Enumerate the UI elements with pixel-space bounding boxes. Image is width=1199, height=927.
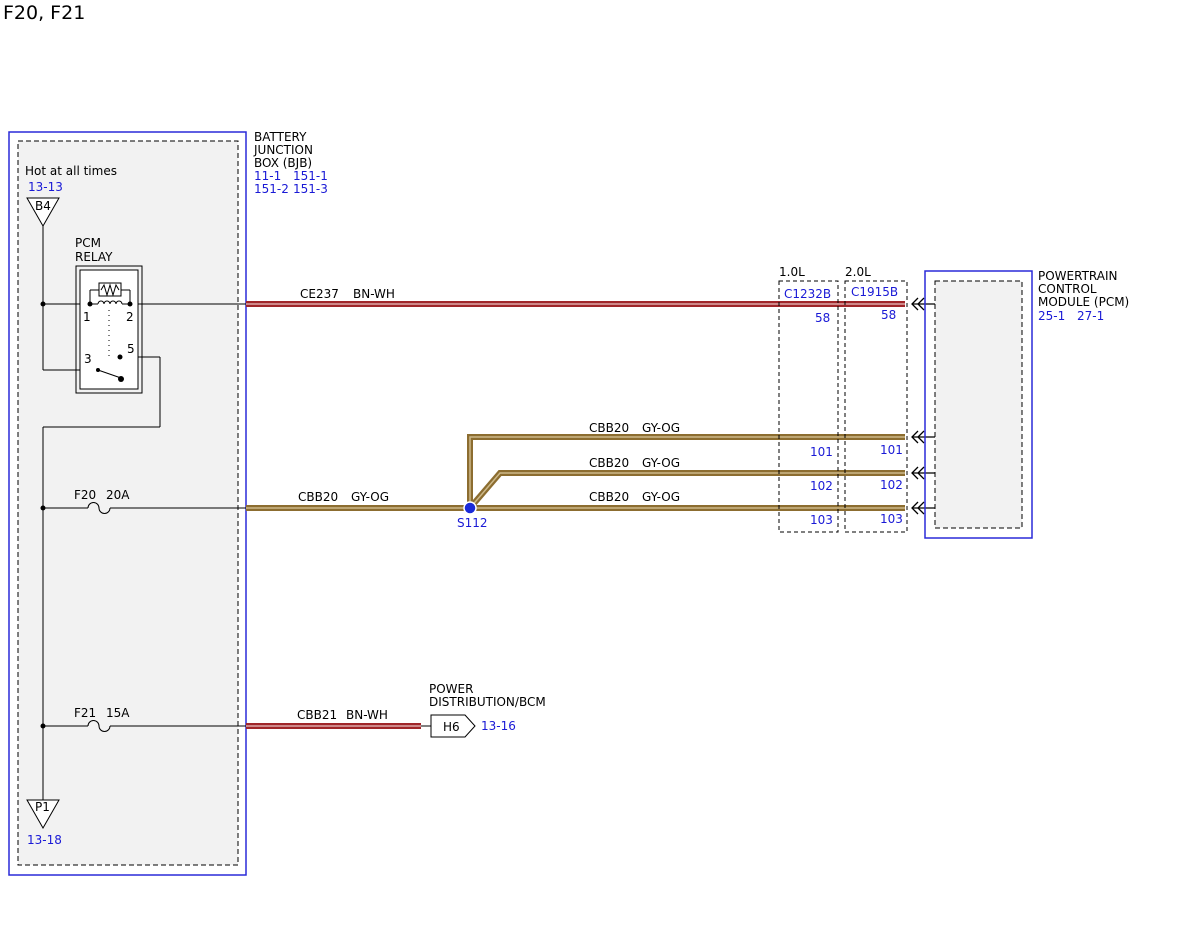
connector-1-pin: 102 <box>810 479 833 493</box>
pcm-label-line2: CONTROL <box>1038 282 1097 296</box>
connector-2-pin: 102 <box>880 478 903 492</box>
wire-cbb20-id: CBB20 <box>298 490 338 504</box>
relay-pin-5: 5 <box>127 342 135 356</box>
p1-label: P1 <box>35 800 50 814</box>
connector-c1232b-name[interactable]: C1232B <box>784 287 831 301</box>
bjb-label-line1: BATTERY <box>254 130 307 144</box>
power-dist-ref-link[interactable]: 13-16 <box>481 719 516 733</box>
bjb-ref[interactable]: 11-1 <box>254 169 281 183</box>
wire-cbb20-id: CBB20 <box>589 490 629 504</box>
bjb-ref[interactable]: 151-2 <box>254 182 289 196</box>
p1-ref-link[interactable]: 13-18 <box>27 833 62 847</box>
wire-cbb21-id: CBB21 <box>297 708 337 722</box>
relay-pin-1: 1 <box>83 310 91 324</box>
fuse-f21-name: F21 <box>74 706 96 720</box>
power-dist-label-line1: POWER <box>429 682 473 696</box>
bjb-label-line2: JUNCTION <box>253 143 313 157</box>
power-dist-label-line2: DISTRIBUTION/BCM <box>429 695 546 709</box>
wire-cbb20[interactable] <box>246 434 905 511</box>
relay-pin-3: 3 <box>84 352 92 366</box>
relay-label-line1: PCM <box>75 236 101 250</box>
pcm-label-line1: POWERTRAIN <box>1038 269 1118 283</box>
wire-cbb20-color: GY-OG <box>642 421 680 435</box>
wire-cbb20-id: CBB20 <box>589 456 629 470</box>
wire-ce237-color: BN-WH <box>353 287 395 301</box>
pcm-inner-box <box>934 280 1023 529</box>
relay-label-line2: RELAY <box>75 250 113 264</box>
fuse-f21-rating: 15A <box>106 706 130 720</box>
b4-label: B4 <box>35 199 51 213</box>
pcm-relay <box>75 265 143 394</box>
page-title: F20, F21 <box>3 2 85 24</box>
connector-c1915b-box <box>844 280 908 533</box>
wire-ce237-id: CE237 <box>300 287 339 301</box>
pcm-label-line3: MODULE (PCM) <box>1038 295 1129 309</box>
splice-s112-icon[interactable] <box>463 501 477 515</box>
fuse-f20-rating: 20A <box>106 488 130 502</box>
connector-1-pin: 101 <box>810 445 833 459</box>
connector-2-engine: 2.0L <box>845 265 871 279</box>
wire-cbb20-color: GY-OG <box>642 456 680 470</box>
connector-1-pin: 58 <box>815 311 830 325</box>
splice-s112-label[interactable]: S112 <box>457 516 488 530</box>
bjb-label-line3: BOX (BJB) <box>254 156 312 170</box>
pcm-ref-link[interactable]: 25-1 <box>1038 309 1065 323</box>
junction-dot <box>40 505 46 511</box>
wire-cbb20-id: CBB20 <box>589 421 629 435</box>
relay-pin-2: 2 <box>126 310 134 324</box>
wire-cbb20-color: GY-OG <box>351 490 389 504</box>
hot-at-all-times-label: Hot at all times <box>25 164 117 178</box>
wire-cbb21-color: BN-WH <box>346 708 388 722</box>
h6-connector-label: H6 <box>443 720 460 734</box>
bjb-ref[interactable]: 151-1 <box>293 169 328 183</box>
pcm-ref-link[interactable]: 27-1 <box>1077 309 1104 323</box>
junction-dot <box>40 723 46 729</box>
hot-ref-link[interactable]: 13-13 <box>28 180 63 194</box>
junction-dot <box>40 301 46 307</box>
connector-2-pin: 103 <box>880 512 903 526</box>
connector-2-pin: 58 <box>881 308 896 322</box>
fuse-f20-name: F20 <box>74 488 96 502</box>
bjb-inner-box <box>17 140 239 866</box>
battery-junction-box <box>8 131 247 876</box>
wiring-diagram: F20, F21 BATTERY JUNCTION BOX (BJB) 11-1… <box>3 2 1129 876</box>
bjb-ref[interactable]: 151-3 <box>293 182 328 196</box>
connector-1-engine: 1.0L <box>779 265 805 279</box>
connector-2-pin: 101 <box>880 443 903 457</box>
connector-c1915b-name[interactable]: C1915B <box>851 285 898 299</box>
connector-1-pin: 103 <box>810 513 833 527</box>
wire-cbb20-color: GY-OG <box>642 490 680 504</box>
